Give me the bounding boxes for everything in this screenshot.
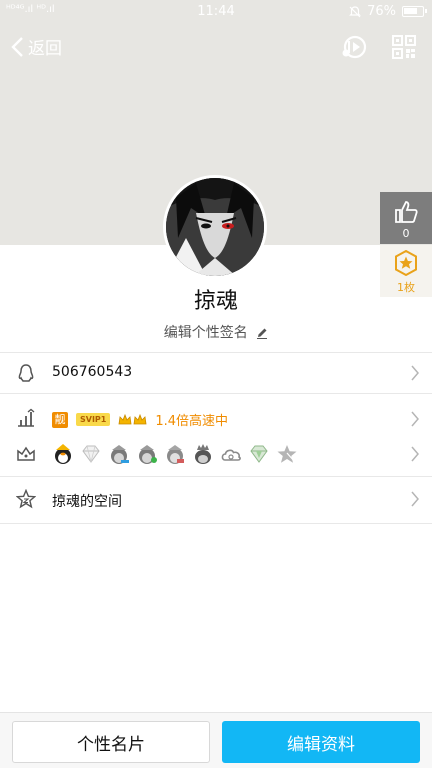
alarm-icon — [349, 5, 362, 17]
battery-icon — [402, 6, 427, 17]
chevron-left-icon — [11, 36, 23, 57]
top-nav: 返回 — [0, 28, 432, 68]
battery-percent: 76% — [367, 4, 396, 19]
pencil-icon — [257, 328, 268, 339]
medals-row[interactable] — [0, 436, 432, 472]
profile-card-button[interactable]: 个性名片 — [12, 721, 210, 763]
divider — [0, 523, 432, 524]
speed-status: 1.4倍高速中 — [155, 414, 229, 429]
edit-signature[interactable]: 编辑个性签名 — [0, 322, 432, 342]
green-diamond-icon — [250, 445, 268, 463]
qq-penguin-icon — [18, 364, 34, 382]
avatar[interactable] — [163, 175, 267, 279]
vip-line: 靓 SVIP1 1.4倍高速中 — [52, 410, 228, 429]
thumbs-up-icon — [395, 201, 418, 223]
qq-number-row[interactable]: 506760543 — [0, 353, 432, 393]
grey-penguin-icon — [111, 445, 129, 464]
medal-list — [52, 443, 298, 465]
grey-penguin-icon — [139, 445, 157, 464]
profile-name: 掠魂 — [193, 289, 238, 314]
liang-tag: 靓 — [52, 411, 68, 428]
vip-row[interactable]: 靓 SVIP1 1.4倍高速中 — [0, 400, 432, 436]
crown-icons — [118, 413, 147, 427]
edit-profile-button[interactable]: 编辑资料 — [222, 721, 420, 763]
qq-number: 506760543 — [52, 364, 133, 380]
status-bar: ᴴᴰ⁴ᴳ.ıl ᴴᴰ.ıl 11:44 76% — [0, 0, 432, 24]
back-button[interactable]: 返回 — [10, 34, 62, 59]
divider — [0, 393, 432, 394]
level-chart-icon — [18, 408, 35, 427]
crown-outline-icon — [17, 446, 35, 461]
crown-icon — [118, 413, 132, 424]
golden-penguin-icon — [55, 444, 71, 464]
signature-label: 编辑个性签名 — [163, 325, 248, 341]
avatar-image — [166, 178, 264, 276]
chevron-right-icon — [411, 411, 419, 427]
crowned-penguin-icon — [195, 444, 211, 464]
like-button[interactable]: 0 — [380, 192, 432, 244]
qzone-row[interactable]: 掠魂的空间 — [0, 477, 432, 523]
star-outline-icon — [16, 489, 36, 509]
like-count: 0 — [402, 227, 410, 240]
bottom-bar: 个性名片 编辑资料 — [0, 712, 432, 768]
svip-badge: SVIP1 — [76, 413, 111, 426]
edit-profile-label: 编辑资料 — [287, 734, 355, 755]
star-medal-icon — [395, 249, 417, 277]
qzone-label: 掠魂的空间 — [52, 494, 122, 510]
grey-star-icon — [277, 445, 297, 463]
chevron-right-icon — [411, 365, 419, 381]
diamond-icon — [82, 445, 100, 463]
chevron-right-icon — [411, 446, 419, 462]
chevron-right-icon — [411, 491, 419, 507]
qr-code-icon[interactable] — [390, 33, 418, 61]
music-play-icon[interactable] — [340, 33, 368, 61]
grey-penguin-icon — [167, 445, 184, 464]
back-label: 返回 — [28, 39, 62, 59]
cloud-icon — [221, 449, 241, 461]
crown-icon — [133, 413, 147, 424]
status-right: 76% — [349, 4, 427, 19]
profile-card-label: 个性名片 — [77, 734, 145, 755]
